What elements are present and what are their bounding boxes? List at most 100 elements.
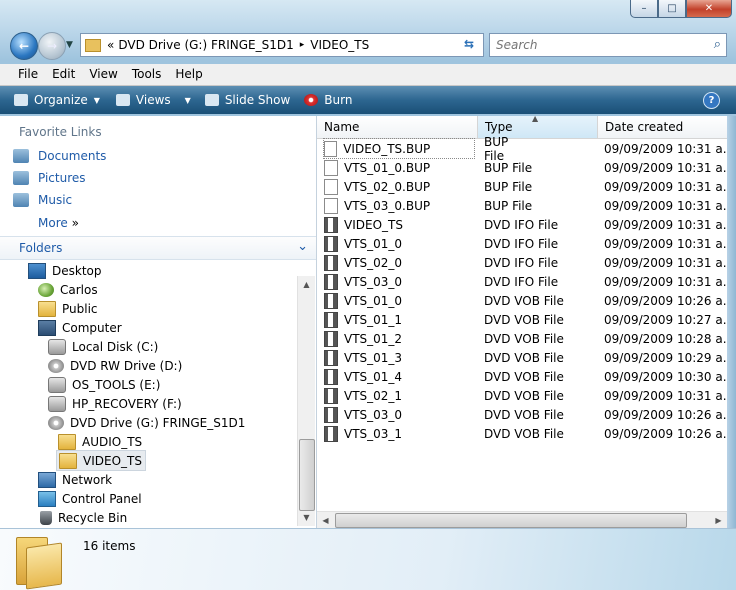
views-button[interactable]: Views ▼	[115, 93, 191, 107]
file-row[interactable]: VTS_01_0 DVD VOB File 09/09/2009 10:26 a.m…	[324, 291, 736, 310]
menu-file[interactable]: File	[0, 64, 45, 85]
file-row[interactable]: VIDEO_TS.BUP BUP File 09/09/2009 10:31 a.m…	[323, 135, 736, 163]
video-file-icon	[324, 216, 338, 233]
file-icon	[324, 197, 338, 214]
menu-help[interactable]: Help	[168, 64, 209, 85]
minimize-button[interactable]: –	[630, 0, 658, 18]
close-button[interactable]: ✕	[686, 0, 732, 18]
more-links[interactable]: More »	[38, 216, 79, 230]
video-file-icon	[324, 254, 338, 271]
scroll-right-arrow-icon[interactable]: ▶	[710, 512, 727, 529]
network-icon	[38, 471, 56, 488]
column-header-label: Name	[324, 120, 360, 134]
column-header-label: Type	[485, 120, 513, 134]
file-date-created: 09/09/2009 10:31 a.m.	[604, 274, 736, 289]
favorite-link-pictures[interactable]: Pictures	[13, 171, 86, 185]
file-row[interactable]: VTS_01_2 DVD VOB File 09/09/2009 10:28 a.m…	[324, 329, 736, 348]
slideshow-button[interactable]: Slide Show	[204, 93, 291, 107]
file-row[interactable]: VTS_03_1 DVD VOB File 09/09/2009 10:26 a.m…	[324, 424, 736, 443]
video-file-icon	[324, 292, 338, 309]
address-overflow[interactable]: «	[107, 38, 114, 52]
tree-item-label: Recycle Bin	[58, 510, 128, 525]
help-button[interactable]: ?	[703, 92, 720, 109]
maximize-button[interactable]: □	[658, 0, 686, 18]
file-row[interactable]: VTS_02_0.BUP BUP File 09/09/2009 10:31 a.m…	[324, 177, 736, 196]
file-type: DVD VOB File	[484, 426, 564, 441]
search-icon[interactable]: ⌕	[714, 37, 721, 52]
scroll-down-arrow-icon[interactable]: ▼	[298, 509, 315, 526]
file-type: BUP File	[484, 179, 533, 194]
tree-item-local-disk-c[interactable]: Local Disk (C:)	[48, 337, 158, 356]
breadcrumb-dvd-drive[interactable]: DVD Drive (G:) FRINGE_S1D1	[118, 38, 293, 52]
file-row[interactable]: VTS_01_0.BUP BUP File 09/09/2009 10:31 a.m…	[324, 158, 736, 177]
forward-button[interactable]: →	[38, 32, 66, 60]
folder-icon	[85, 38, 101, 52]
pictures-icon	[13, 171, 29, 185]
recent-pages-dropdown[interactable]: ▼	[66, 40, 73, 50]
folders-vertical-scrollbar[interactable]: ▲ ▼	[297, 276, 315, 526]
folders-header[interactable]: Folders ⌄	[0, 236, 316, 260]
file-row[interactable]: VTS_01_3 DVD VOB File 09/09/2009 10:29 a.m…	[324, 348, 736, 367]
breadcrumb-separator[interactable]: ▸	[300, 40, 305, 50]
file-date-created: 09/09/2009 10:26 a.m.	[604, 407, 736, 422]
tree-item-audio-ts[interactable]: AUDIO_TS	[58, 432, 142, 451]
menu-edit[interactable]: Edit	[45, 64, 82, 85]
tree-item-dvd-rw-drive-d[interactable]: DVD RW Drive (D:)	[48, 356, 182, 375]
tree-item-os-tools-e[interactable]: OS_TOOLS (E:)	[48, 375, 160, 394]
search-input[interactable]	[494, 37, 698, 53]
views-icon	[115, 94, 130, 106]
scroll-up-arrow-icon[interactable]: ▲	[298, 276, 315, 293]
file-row[interactable]: VTS_01_1 DVD VOB File 09/09/2009 10:27 a.m…	[324, 310, 736, 329]
scroll-left-arrow-icon[interactable]: ◀	[317, 512, 334, 529]
favorite-link-music[interactable]: Music	[13, 193, 72, 207]
desktop-icon	[28, 262, 46, 279]
file-name: VTS_01_0.BUP	[344, 160, 431, 175]
tree-item-computer[interactable]: Computer	[38, 318, 122, 337]
tree-item-video-ts[interactable]: VIDEO_TS	[56, 450, 146, 471]
tree-item-public[interactable]: Public	[38, 299, 98, 318]
file-name: VTS_02_0.BUP	[344, 179, 431, 194]
file-row[interactable]: VTS_02_0 DVD IFO File 09/09/2009 10:31 a.m…	[324, 253, 736, 272]
refresh-button[interactable]: ⇆	[458, 35, 480, 53]
file-type: DVD IFO File	[484, 274, 559, 289]
file-name: VTS_03_0	[344, 407, 403, 422]
breadcrumb-video-ts[interactable]: VIDEO_TS	[310, 38, 369, 52]
column-header-date-created[interactable]: Date created	[598, 116, 727, 139]
file-row[interactable]: VTS_03_0.BUP BUP File 09/09/2009 10:31 a.m…	[324, 196, 736, 215]
tree-item-label: Computer	[62, 320, 122, 335]
file-row[interactable]: VTS_03_0 DVD VOB File 09/09/2009 10:26 a.m…	[324, 405, 736, 424]
organize-button[interactable]: Organize ▼	[14, 93, 100, 107]
file-name: VTS_01_2	[344, 331, 403, 346]
column-header-name[interactable]: Name	[317, 116, 478, 139]
control-panel-icon	[38, 490, 56, 507]
file-row[interactable]: VTS_01_4 DVD VOB File 09/09/2009 10:30 a.m…	[324, 367, 736, 386]
documents-icon	[13, 149, 29, 163]
scrollbar-thumb[interactable]	[335, 513, 687, 528]
file-row[interactable]: VTS_02_1 DVD VOB File 09/09/2009 10:31 a.m…	[324, 386, 736, 405]
menu-view[interactable]: View	[82, 64, 124, 85]
tree-item-recycle-bin[interactable]: Recycle Bin	[40, 508, 127, 527]
tree-item-label: DVD RW Drive (D:)	[70, 358, 183, 373]
tree-item-carlos[interactable]: Carlos	[38, 280, 98, 299]
tree-item-hp-recovery-f[interactable]: HP_RECOVERY (F:)	[48, 394, 182, 413]
dvd-drive-icon	[48, 415, 64, 430]
slideshow-label: Slide Show	[224, 93, 291, 107]
favorite-link-documents[interactable]: Documents	[13, 149, 106, 163]
tree-item-label: Control Panel	[62, 491, 142, 506]
tree-item-network[interactable]: Network	[38, 470, 112, 489]
tree-item-desktop[interactable]: Desktop	[28, 261, 102, 280]
tree-item-dvd-drive-g[interactable]: DVD Drive (G:) FRINGE_S1D1	[48, 413, 245, 432]
file-list-horizontal-scrollbar[interactable]: ◀ ▶	[317, 511, 727, 529]
scrollbar-thumb[interactable]	[299, 439, 315, 511]
file-row[interactable]: VTS_01_0 DVD IFO File 09/09/2009 10:31 a.m…	[324, 234, 736, 253]
file-row[interactable]: VIDEO_TS DVD IFO File 09/09/2009 10:31 a.m…	[324, 215, 736, 234]
burn-button[interactable]: Burn	[304, 93, 352, 107]
back-button[interactable]: ←	[10, 32, 38, 60]
tree-item-control-panel[interactable]: Control Panel	[38, 489, 142, 508]
file-row[interactable]: VTS_03_0 DVD IFO File 09/09/2009 10:31 a.m…	[324, 272, 736, 291]
file-date-created: 09/09/2009 10:31 a.m.	[604, 255, 736, 270]
menu-tools[interactable]: Tools	[125, 64, 169, 85]
address-bar[interactable]: « DVD Drive (G:) FRINGE_S1D1 ▸ VIDEO_TS	[80, 33, 484, 57]
search-box[interactable]: ⌕	[489, 33, 727, 57]
tree-item-label: Carlos	[60, 282, 98, 297]
